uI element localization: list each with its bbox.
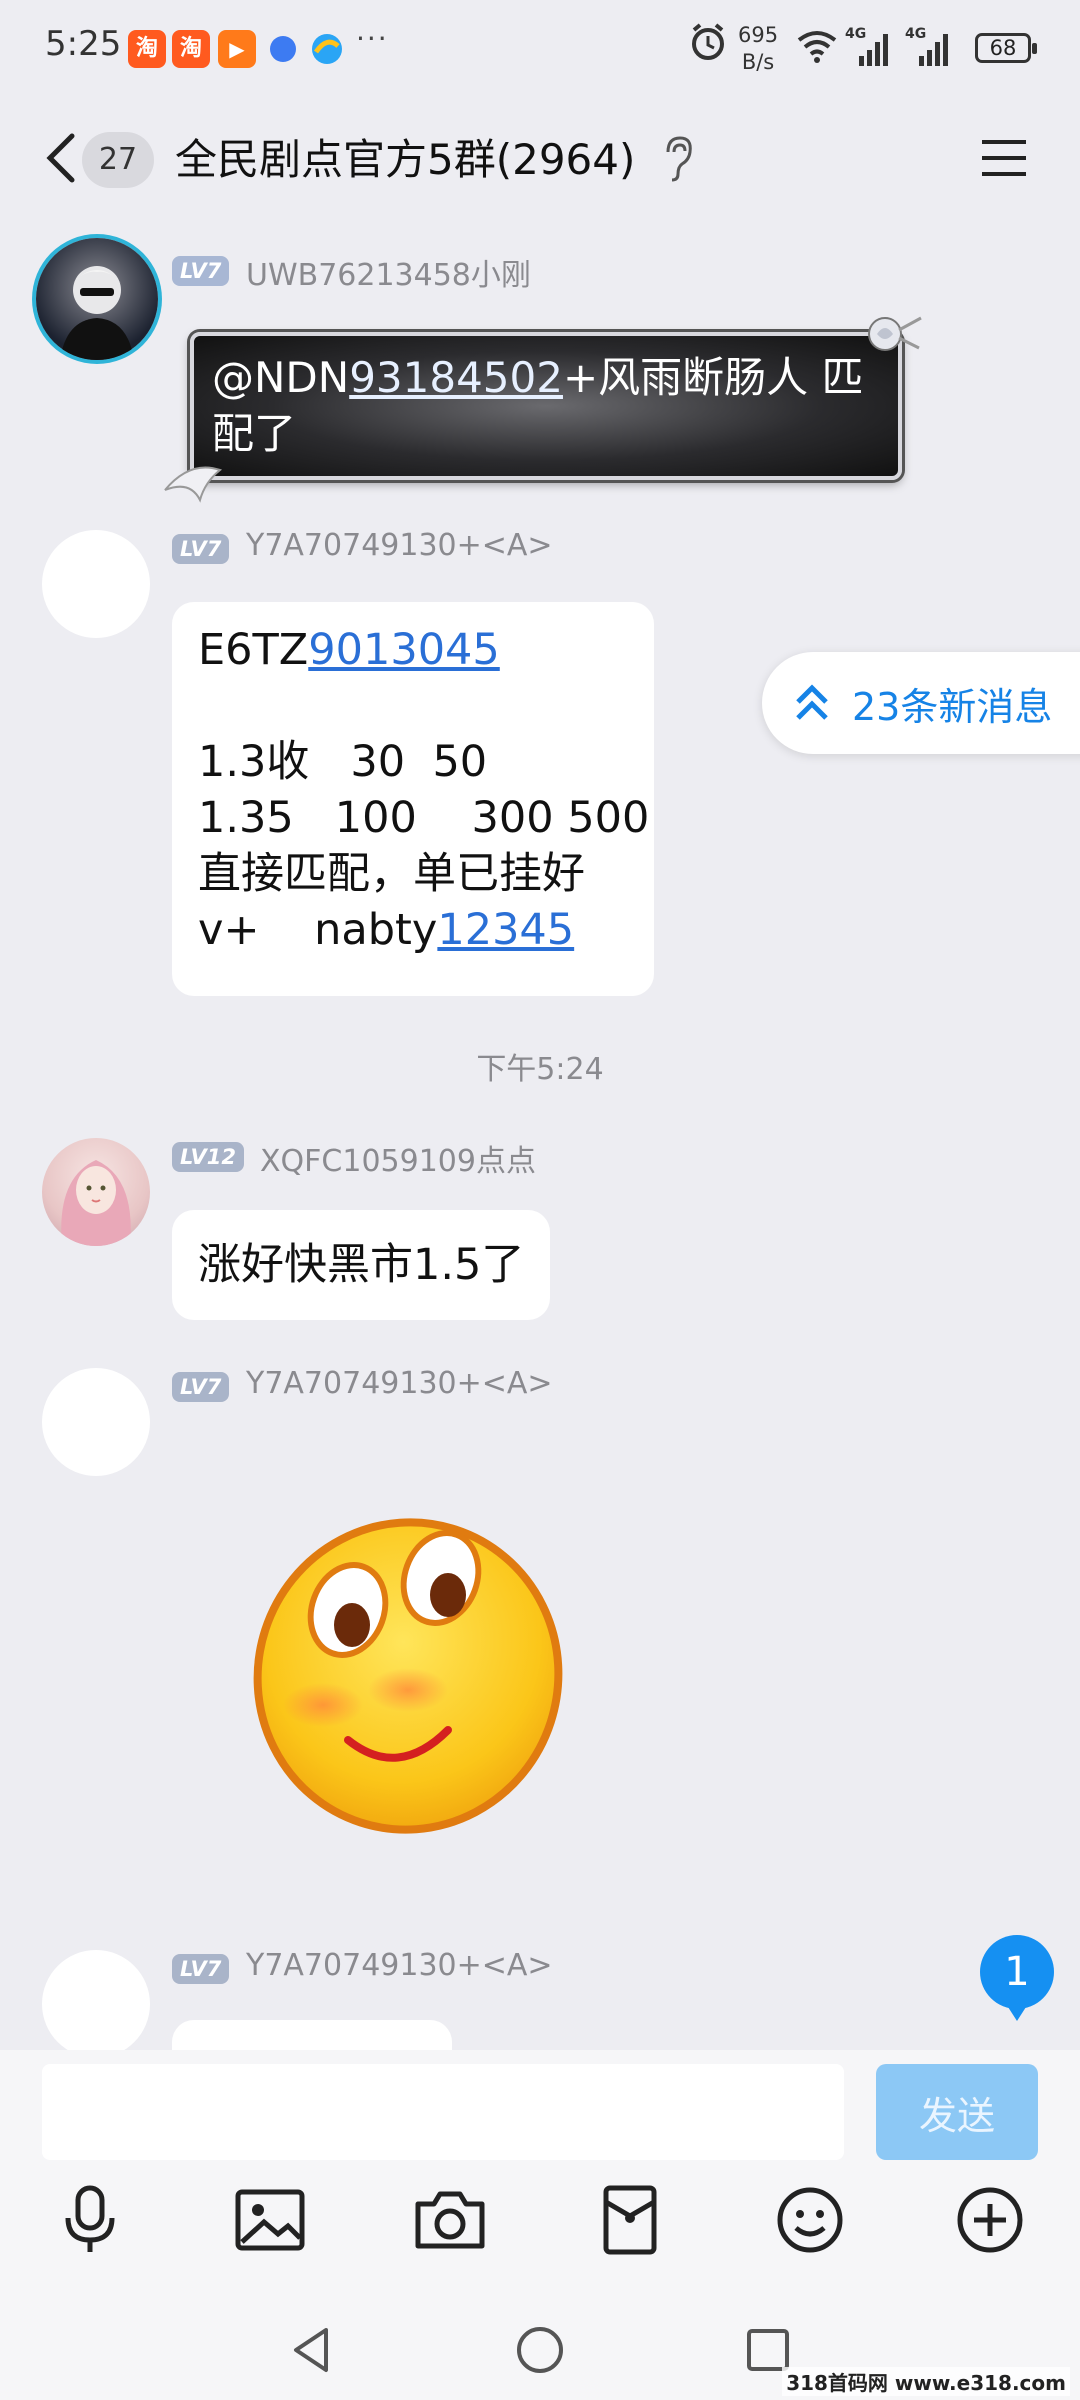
group-title[interactable]: 全民剧点官方5群(2964) [175,126,635,187]
timestamp: 下午5:24 [476,1052,604,1087]
message-bubble[interactable]: E6TZ9013045 1.3收 30 50 1.35 100 300 500 … [172,602,654,996]
send-button[interactable]: 发送 [876,2064,1038,2160]
phone-link[interactable]: 93184502 [349,353,563,402]
avatar[interactable] [42,1138,150,1246]
double-chevron-up-icon [796,684,828,720]
new-messages-button[interactable]: 23条新消息 [762,652,1080,754]
taobao-icon: 淘 [172,30,210,68]
red-packet-icon[interactable] [590,2180,670,2260]
level-badge: LV7 [172,534,230,564]
unread-count-badge[interactable]: 27 [82,132,154,188]
mic-icon[interactable] [50,2180,130,2260]
blue-dot-icon [264,30,302,68]
battery-indicator: 68 [975,33,1037,63]
status-time: 5:25 [45,24,122,64]
avatar[interactable] [42,1950,150,2050]
level-badge: LV7 [172,256,230,286]
camera-icon[interactable] [410,2180,490,2260]
sender-name[interactable]: Y7A70749130+<A> [246,528,553,563]
message-list[interactable]: LV7 UWB76213458小刚 @NDN93184502+风雨断肠人 匹配了… [0,220,1080,2050]
sender-name[interactable]: Y7A70749130+<A> [246,1948,553,1983]
message-input[interactable] [42,2064,844,2160]
watermark: 318首码网 www.e318.com [782,2367,1070,2396]
title-bar: 27 全民剧点官方5群(2964) [0,100,1080,220]
back-triangle-icon[interactable] [282,2320,342,2380]
message-bubble[interactable] [172,2020,452,2050]
input-area: 发送 318首码网 www.e318.com [0,2050,1080,2400]
avatar[interactable] [42,1368,150,1476]
hamburger-menu-icon[interactable] [978,132,1030,184]
number-link[interactable]: 9013045 [308,625,500,675]
avatar[interactable] [36,238,158,360]
unread-mention-badge[interactable]: 1 [980,1935,1054,2021]
status-bar: 5:25 淘 淘 ▶ ··· 695 B/s 4G 4G 68 [0,0,1080,100]
smiley-sticker-icon[interactable] [248,1510,568,1844]
number-link[interactable]: 12345 [437,905,574,955]
avatar[interactable] [42,530,150,638]
sender-name[interactable]: XQFC1059109点点 [260,1136,536,1180]
signal-icon-2: 4G [905,26,955,72]
message-bubble[interactable]: 涨好快黑市1.5了 [172,1210,551,1320]
alarm-icon [688,20,728,68]
level-badge: LV12 [172,1142,244,1172]
bubble-wing-icon [160,450,230,514]
new-messages-label: 23条新消息 [852,685,1053,729]
sender-name[interactable]: UWB76213458小刚 [246,250,531,294]
chat-screen: 5:25 淘 淘 ▶ ··· 695 B/s 4G 4G 68 27 全民剧点官… [0,0,1080,2400]
plus-icon[interactable] [950,2180,1030,2260]
network-speed: 695 B/s [738,23,779,74]
level-badge: LV7 [172,1954,230,1984]
bubble-rose-icon [855,304,925,368]
video-app-icon: ▶ [218,30,256,68]
level-badge: LV7 [172,1372,230,1402]
wifi-icon [795,28,839,70]
browser-icon [308,30,346,68]
signal-icon-1: 4G [845,26,895,72]
emoji-icon[interactable] [770,2180,850,2260]
taobao-icon: 淘 [128,30,166,68]
image-icon[interactable] [230,2180,310,2260]
more-notifications-icon: ··· [356,22,389,55]
home-circle-icon[interactable] [510,2320,570,2380]
message-bubble[interactable]: @NDN93184502+风雨断肠人 匹配了 [190,332,902,480]
chevron-left-icon[interactable] [38,128,86,188]
sender-name[interactable]: Y7A70749130+<A> [246,1366,553,1401]
ear-icon[interactable] [660,130,696,186]
